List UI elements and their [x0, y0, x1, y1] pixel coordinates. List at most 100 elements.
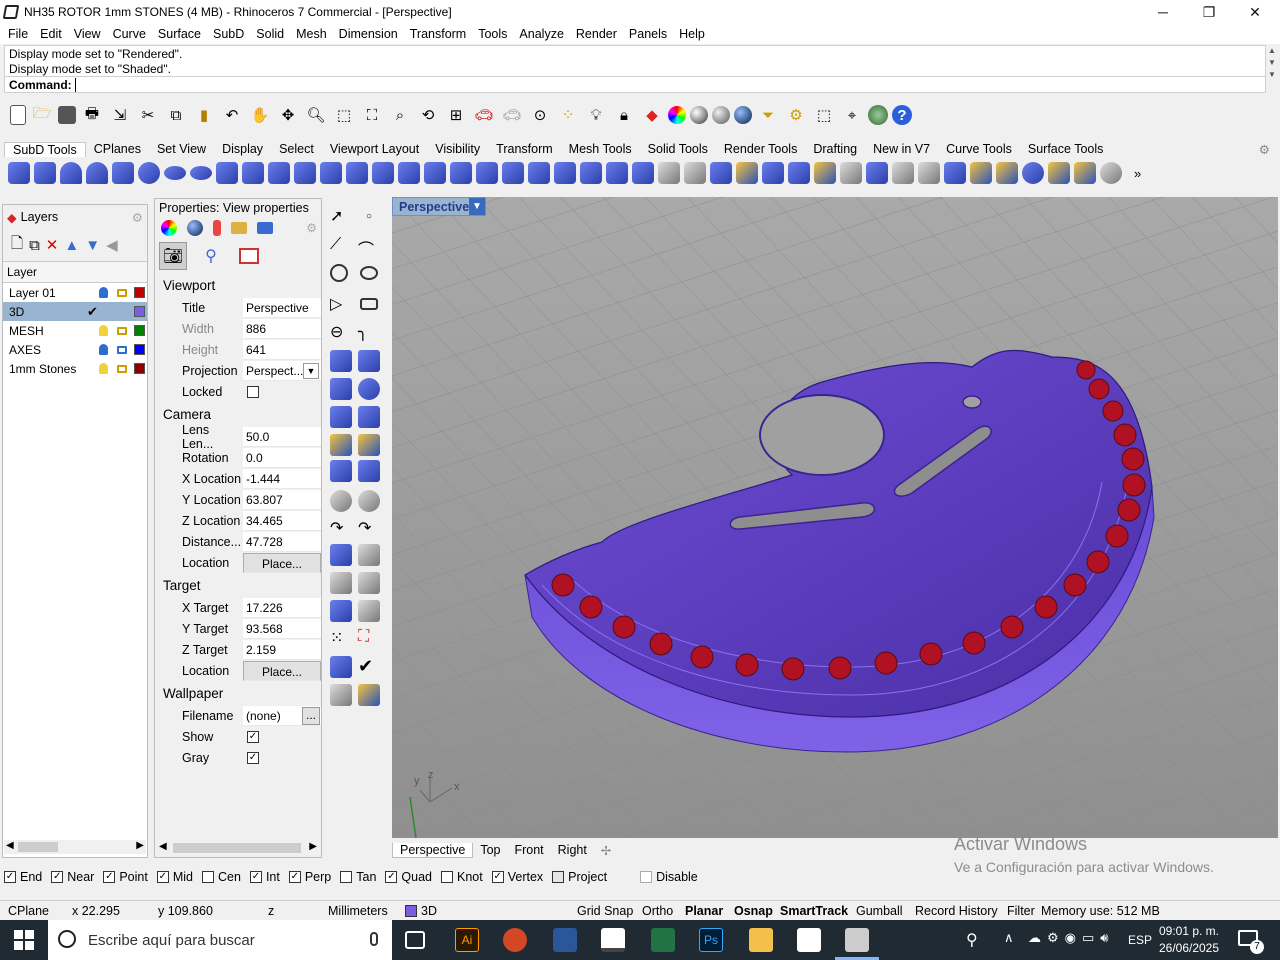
tab-new-in-v7[interactable]: New in V7	[865, 142, 938, 156]
chevron-down-icon[interactable]: ▼	[469, 198, 485, 215]
close-button[interactable]: ✕	[1232, 0, 1278, 24]
material-sphere-icon[interactable]	[187, 220, 203, 236]
new-layer-icon[interactable]: 🗋	[11, 233, 23, 258]
toolbar-more-icon[interactable]: »	[1134, 166, 1141, 181]
print-icon[interactable]: 🖶	[80, 103, 104, 127]
snap-target-icon[interactable]: ⊙	[528, 103, 552, 127]
osnap-point[interactable]: ✓ Point	[103, 870, 148, 884]
osnap-project[interactable]: Project	[552, 870, 607, 884]
photoshop-icon[interactable]: Ps	[699, 928, 723, 952]
camera-place-button[interactable]: Place...	[243, 552, 321, 573]
offset-icon[interactable]: ↷	[330, 518, 352, 540]
camera-icon[interactable]: 📷︎	[159, 242, 187, 270]
move-icon[interactable]	[330, 544, 352, 566]
tab-transform[interactable]: Transform	[488, 142, 561, 156]
car-icon[interactable]: 🚗︎	[472, 103, 496, 127]
subd-insert-edge-icon[interactable]	[580, 162, 602, 184]
osnap-checkbox[interactable]: ✓	[249, 871, 262, 883]
zoom-extents-icon[interactable]: ⛶	[360, 103, 384, 127]
subd-torus-icon[interactable]	[190, 166, 212, 180]
sphere-rendered-icon[interactable]	[734, 106, 752, 124]
lock-icon[interactable]: 🔒︎	[612, 103, 636, 127]
powerpoint-icon[interactable]	[503, 928, 527, 952]
web-globe-icon[interactable]	[868, 105, 888, 125]
subd-flag-icon[interactable]	[1048, 162, 1070, 184]
osnap-end[interactable]: ✓ End	[4, 870, 42, 884]
texture-icon[interactable]	[257, 222, 273, 234]
fillet-icon[interactable]: ↷	[358, 518, 380, 540]
subd-mesh-icon[interactable]	[528, 162, 550, 184]
osnap-cen[interactable]: Cen	[202, 870, 241, 884]
subd-mesh-edit-icon[interactable]	[996, 162, 1018, 184]
curve-icon[interactable]: ⌒	[358, 236, 380, 259]
x-target-field[interactable]: 17.226	[243, 597, 321, 618]
menu-surface[interactable]: Surface	[152, 27, 207, 41]
subd-box-yellow-icon[interactable]	[970, 162, 992, 184]
subd-tools-icon[interactable]	[918, 162, 940, 184]
select-filter-icon[interactable]: ⏷	[756, 103, 780, 127]
cut-icon[interactable]: ✂	[136, 103, 160, 127]
properties-settings-icon[interactable]: ⚙	[306, 221, 317, 235]
osnap-checkbox[interactable]	[640, 871, 653, 883]
subd-surface-icon[interactable]	[788, 162, 810, 184]
boolean-icon[interactable]	[358, 378, 380, 400]
filter-toggle[interactable]: Filter	[1007, 904, 1035, 918]
tab-front[interactable]: Front	[507, 843, 550, 857]
ellipse-icon[interactable]	[360, 266, 378, 280]
car-gray-icon[interactable]: 🚗︎	[500, 103, 524, 127]
visible-bulb-icon[interactable]	[99, 287, 108, 298]
tab-perspective[interactable]: Perspective	[392, 842, 474, 858]
tab-subd-tools[interactable]: SubD Tools	[4, 141, 86, 157]
zoom-window-icon[interactable]: ⬚	[332, 103, 356, 127]
browse-button[interactable]: ...	[302, 706, 320, 725]
subd-grid-icon[interactable]	[606, 162, 628, 184]
subd-ellipsoid-icon[interactable]	[164, 166, 186, 180]
check-icon[interactable]: ✔	[358, 656, 380, 678]
open-folder-icon[interactable]: 🗁	[30, 103, 54, 127]
move-up-icon[interactable]: ▲	[64, 237, 79, 254]
minimize-button[interactable]: ─	[1140, 0, 1186, 24]
viewport-title-tab[interactable]: Perspective ▼	[392, 197, 486, 216]
sun-icon[interactable]	[213, 220, 221, 236]
box-icon[interactable]	[330, 378, 352, 400]
scale-icon[interactable]	[358, 544, 380, 566]
windows-start-icon[interactable]	[14, 930, 34, 950]
properties-hscroll[interactable]: ◀ ▶	[157, 841, 319, 855]
ortho-toggle[interactable]: Ortho	[642, 904, 673, 918]
osnap-knot[interactable]: Knot	[441, 870, 483, 884]
maximize-button[interactable]: ❐	[1186, 0, 1232, 24]
layer-row[interactable]: AXES	[3, 340, 147, 359]
osnap-checkbox[interactable]: ✓	[491, 871, 504, 883]
view-props-color-icon[interactable]	[161, 220, 177, 236]
z-location-field[interactable]: 34.465	[243, 510, 321, 531]
circle-icon[interactable]	[330, 264, 348, 282]
subd-list-icon[interactable]	[892, 162, 914, 184]
delete-layer-icon[interactable]: ✕	[46, 236, 59, 254]
menu-analyze[interactable]: Analyze	[513, 27, 569, 41]
explode-icon[interactable]	[358, 684, 380, 706]
surface-corner-icon[interactable]	[330, 350, 352, 372]
leader-icon[interactable]	[358, 460, 380, 482]
tray-chevron-icon[interactable]: ∧	[1004, 930, 1014, 946]
polygon-icon[interactable]: ▷	[330, 294, 352, 316]
new-file-icon[interactable]	[10, 105, 26, 125]
units-status[interactable]: Millimeters	[328, 904, 388, 918]
fillet-curve-icon[interactable]: ╮	[358, 322, 380, 344]
tab-mesh-tools[interactable]: Mesh Tools	[561, 142, 640, 156]
perspective-viewport[interactable]: y z x	[392, 197, 1278, 838]
layer-color-swatch[interactable]	[134, 287, 145, 298]
photos-icon[interactable]	[797, 928, 821, 952]
hidden-bulb-icon[interactable]	[99, 325, 108, 336]
move-down-icon[interactable]: ▼	[85, 237, 100, 254]
add-viewport-icon[interactable]: ✢	[594, 843, 618, 858]
layer-row[interactable]: Layer 01	[3, 283, 147, 302]
subd-help-icon[interactable]	[1100, 162, 1122, 184]
menu-subd[interactable]: SubD	[207, 27, 250, 41]
taskbar-search-box[interactable]: Escribe aquí para buscar	[48, 920, 392, 960]
color-wheel-icon[interactable]	[668, 106, 686, 124]
subd-wire-sphere-icon[interactable]	[1022, 162, 1044, 184]
subd-merge-icon[interactable]	[476, 162, 498, 184]
arc-icon[interactable]: ⊖	[330, 322, 352, 344]
subd-display-icon[interactable]	[866, 162, 888, 184]
new-sublayer-icon[interactable]: ⧉	[29, 237, 40, 254]
